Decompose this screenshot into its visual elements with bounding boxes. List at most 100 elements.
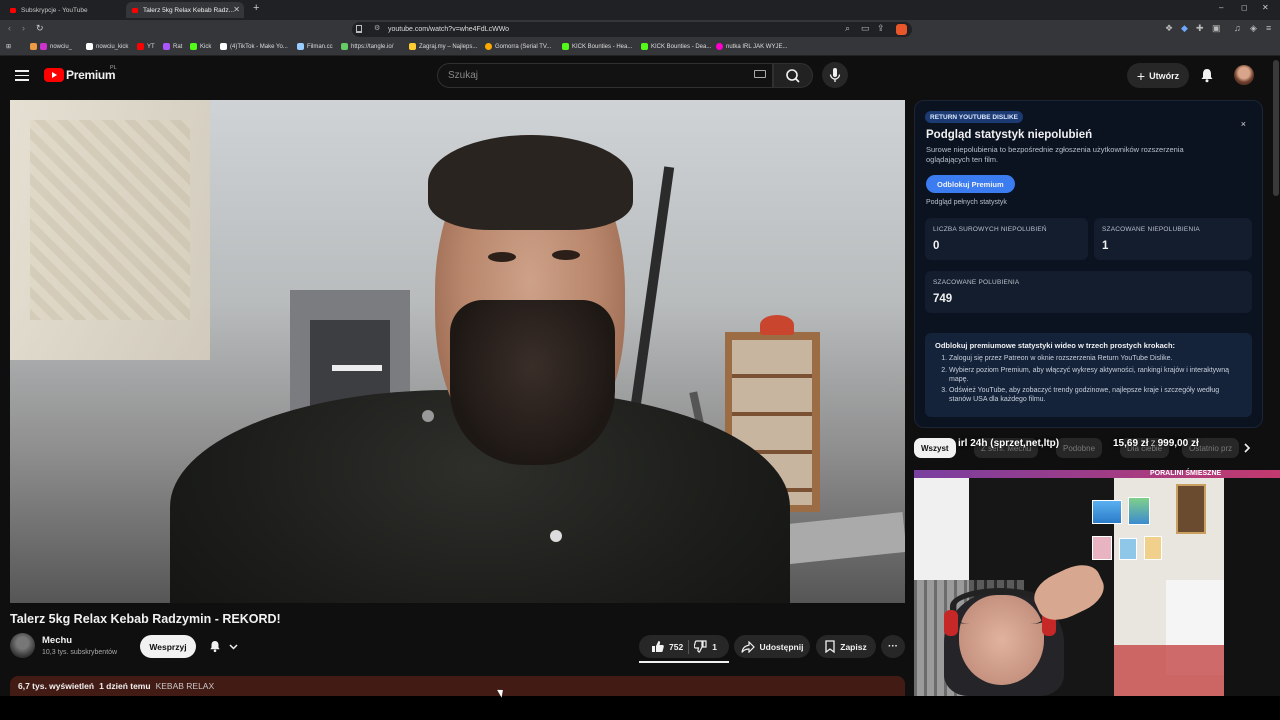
stat-value: 749 xyxy=(933,293,953,305)
extensions-puzzle-icon[interactable]: ✚ xyxy=(1196,23,1204,34)
search-input[interactable]: Szukaj xyxy=(437,63,773,88)
media-icon[interactable]: ♫ xyxy=(1234,23,1241,33)
subscription-notifications-button[interactable] xyxy=(202,636,246,658)
wallet-icon[interactable]: ◈ xyxy=(1250,23,1257,34)
description-box[interactable]: 6,7 tys. wyświetleń 1 dzień temu KEBAB R… xyxy=(10,676,905,696)
chip-similar[interactable]: Podobne xyxy=(1056,438,1103,458)
full-stats-link[interactable]: Podgląd pełnych statystyk xyxy=(926,199,1007,206)
ryd-badge: RETURN YOUTUBE DISLIKE xyxy=(925,111,1023,123)
sidebar-icon[interactable]: ▣ xyxy=(1212,23,1221,34)
screenshot-icon[interactable]: ▭ xyxy=(861,23,870,34)
voice-search-button[interactable] xyxy=(822,62,848,88)
tab-label: Talerz 5kg Relax Kebab Radz... xyxy=(143,6,235,14)
search-button[interactable] xyxy=(773,63,813,88)
step-item: Odśwież YouTube, aby zobaczyć trendy god… xyxy=(949,386,1242,404)
bookmark-item[interactable]: nowciu_kick xyxy=(86,43,128,50)
bookmark-item[interactable]: https://tangle.io/ xyxy=(341,43,393,50)
zoom-icon[interactable]: ⌕ xyxy=(845,23,850,34)
unlock-premium-button[interactable]: Odblokuj Premium xyxy=(926,175,1015,193)
maximize-icon[interactable]: ◻ xyxy=(1241,3,1248,12)
webcam-overlay xyxy=(914,470,1280,696)
new-tab-icon[interactable]: + xyxy=(253,2,259,14)
webcam-stream-label: PORALINI ŚMIESZNE xyxy=(1150,470,1222,477)
right-eye xyxy=(552,250,580,260)
wall-poster xyxy=(1092,536,1112,560)
youtube-header: Premium PL Szukaj + Utwórz xyxy=(0,56,1280,96)
tab-subscriptions[interactable]: Subskrypcje - YouTube xyxy=(4,2,122,18)
stream-goal-title: irl 24h (sprzet,net,ltp) xyxy=(958,438,1060,449)
bookmark-item[interactable]: YT xyxy=(137,43,155,50)
url-field[interactable]: ⚙ youtube.com/watch?v=whe4FdLcWWo xyxy=(352,22,912,37)
bookmark-item[interactable]: nowciu_ xyxy=(30,43,72,50)
chip-all[interactable]: Wszyst xyxy=(914,438,956,458)
plus-icon: + xyxy=(1136,67,1146,84)
close-tab-icon[interactable]: ✕ xyxy=(233,5,240,14)
share-button[interactable]: Udostępnij xyxy=(734,635,810,658)
channel-name[interactable]: Mechu xyxy=(42,635,72,646)
close-window-icon[interactable]: ✕ xyxy=(1262,3,1269,12)
wall-poster xyxy=(1092,500,1122,524)
address-bar-row: ‹ › ↻ ⚙ youtube.com/watch?v=whe4FdLcWWo … xyxy=(0,20,1280,39)
bookmark-item[interactable]: Kick xyxy=(190,43,211,50)
reload-icon[interactable]: ↻ xyxy=(36,23,44,34)
extension-icon[interactable]: ❖ xyxy=(1165,23,1173,34)
red-hat xyxy=(760,315,794,335)
left-eye xyxy=(488,252,516,262)
like-divider xyxy=(688,639,690,654)
apps-icon[interactable]: ⊞ xyxy=(6,43,11,50)
upload-age: 1 dzień temu xyxy=(99,681,151,691)
youtube-favicon-icon xyxy=(10,7,16,13)
video-player[interactable] xyxy=(10,100,905,603)
tab-current-video[interactable]: Talerz 5kg Relax Kebab Radz... ✕ xyxy=(126,2,244,18)
video-tag[interactable]: KEBAB RELAX xyxy=(156,681,215,691)
forward-icon[interactable]: › xyxy=(22,23,25,33)
close-panel-icon[interactable]: × xyxy=(1241,119,1246,129)
like-button[interactable]: 752 xyxy=(651,640,683,653)
create-button[interactable]: + Utwórz xyxy=(1127,63,1189,88)
keyboard-icon[interactable] xyxy=(754,70,766,78)
dark-corner xyxy=(1224,478,1280,696)
bookmark-item[interactable]: KICK Bounties - Hea... xyxy=(562,43,632,50)
bookmark-item[interactable]: (4)TikTok - Make Yo... xyxy=(220,43,288,50)
video-title: Talerz 5kg Relax Kebab Radzymin - REKORD… xyxy=(10,612,281,626)
bottom-letterbox xyxy=(0,696,1280,720)
bookmark-item[interactable]: Rat xyxy=(163,43,182,50)
bookmark-item[interactable]: Zagraj.my – Najleps... xyxy=(409,43,477,50)
share-page-icon[interactable]: ⇪ xyxy=(877,23,885,34)
stream-goal-amount: 15,69 zł z 999,00 zł xyxy=(1113,438,1199,449)
headphone-cup xyxy=(944,610,958,636)
stat-label: SZACOWANE POLUBIENIA xyxy=(933,279,1020,286)
more-actions-button[interactable]: ··· xyxy=(881,635,905,658)
notifications-bell-icon[interactable] xyxy=(1199,67,1215,83)
bookmark-item[interactable]: nutka IRL JAK WYJE... xyxy=(716,43,787,50)
bookmark-item[interactable]: KICK Bounties - Dea... xyxy=(641,43,711,50)
microphone-icon xyxy=(829,68,841,82)
account-avatar[interactable] xyxy=(1234,65,1254,85)
search-placeholder: Szukaj xyxy=(448,70,479,81)
youtube-premium-logo[interactable]: Premium xyxy=(44,68,116,82)
page-scrollbar[interactable] xyxy=(1273,60,1279,196)
bookmark-item[interactable]: Gomorra (Serial TV... xyxy=(485,43,551,50)
framed-picture xyxy=(1176,484,1206,534)
back-icon[interactable]: ‹ xyxy=(8,23,11,33)
bookmark-page-icon[interactable] xyxy=(356,25,362,33)
stat-label: SZACOWANE NIEPOLUBIENIA xyxy=(1102,226,1200,233)
brave-shield-icon[interactable] xyxy=(896,24,907,35)
site-info-icon[interactable]: ⚙ xyxy=(374,24,380,32)
beard xyxy=(450,300,615,465)
minimize-icon[interactable]: – xyxy=(1219,3,1223,12)
bookmark-item[interactable]: Filman.cc xyxy=(297,43,333,50)
bookmarks-bar: ⊞ nowciu_ nowciu_kick YT Rat Kick (4)Tik… xyxy=(0,39,1280,56)
chevron-right-icon[interactable] xyxy=(1241,442,1253,454)
support-button[interactable]: Wesprzyj xyxy=(140,635,196,658)
menu-icon[interactable]: ≡ xyxy=(1266,23,1271,33)
channel-avatar[interactable] xyxy=(10,633,35,658)
hamburger-menu-icon[interactable] xyxy=(15,70,29,81)
share-label: Udostępnij xyxy=(759,641,804,652)
dislike-button[interactable]: 1 xyxy=(694,640,717,653)
jacket-button xyxy=(422,410,434,422)
vpn-icon[interactable]: ◆ xyxy=(1181,23,1188,34)
ceiling-light xyxy=(332,365,382,371)
save-button[interactable]: Zapisz xyxy=(816,635,876,658)
search-icon xyxy=(786,69,800,83)
